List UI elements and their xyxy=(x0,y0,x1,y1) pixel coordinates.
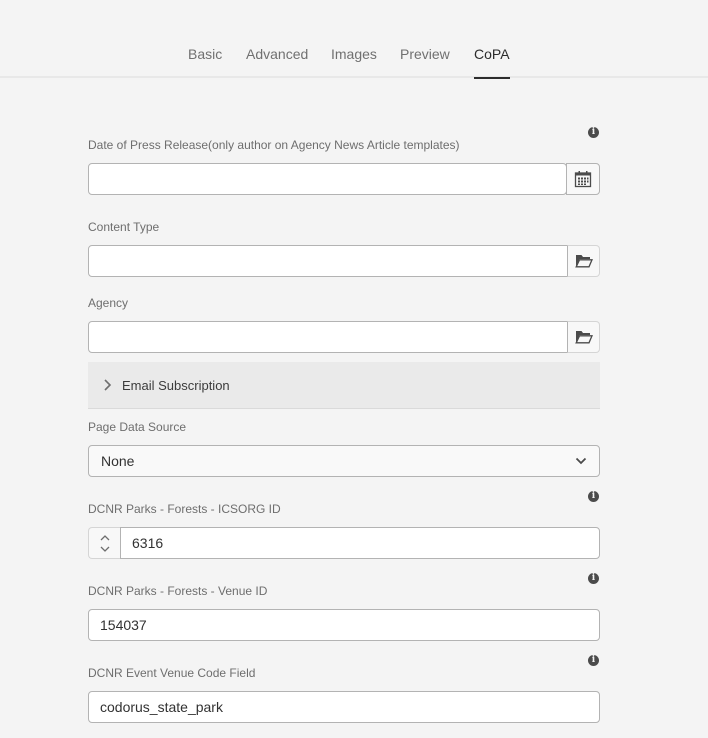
icsorg-id-label: DCNR Parks - Forests - ICSORG ID xyxy=(88,502,281,516)
venue-code-label: DCNR Event Venue Code Field xyxy=(88,666,256,680)
tab-preview[interactable]: Preview xyxy=(400,45,450,78)
page-data-source-value: None xyxy=(101,453,135,469)
press-release-date-input[interactable] xyxy=(88,163,567,195)
agency-label: Agency xyxy=(88,296,129,310)
tab-basic[interactable]: Basic xyxy=(188,45,222,78)
agency-input[interactable] xyxy=(88,321,568,353)
step-down-icon[interactable] xyxy=(99,545,111,553)
step-up-icon[interactable] xyxy=(99,534,111,542)
chevron-down-icon xyxy=(575,457,587,465)
calendar-icon xyxy=(574,171,592,188)
calendar-button[interactable] xyxy=(566,163,600,195)
tab-images[interactable]: Images xyxy=(331,45,377,78)
venue-code-input[interactable] xyxy=(88,691,600,723)
page-data-source-label: Page Data Source xyxy=(88,420,187,434)
number-stepper xyxy=(88,527,121,559)
info-icon[interactable]: i xyxy=(588,655,599,666)
tab-bar: Basic Advanced Images Preview CoPA xyxy=(0,0,708,79)
venue-id-input[interactable] xyxy=(88,609,600,641)
email-subscription-label: Email Subscription xyxy=(122,377,230,393)
press-release-date-label: Date of Press Release(only author on Age… xyxy=(88,138,460,152)
folder-icon xyxy=(574,255,593,268)
icsorg-id-input[interactable] xyxy=(120,527,600,559)
info-icon[interactable]: i xyxy=(588,127,599,138)
info-icon[interactable]: i xyxy=(588,491,599,502)
content-type-input[interactable] xyxy=(88,245,568,277)
tab-advanced[interactable]: Advanced xyxy=(246,45,308,78)
email-subscription-accordion[interactable]: Email Subscription xyxy=(88,362,600,409)
info-icon[interactable]: i xyxy=(588,573,599,584)
tab-copa[interactable]: CoPA xyxy=(474,45,510,79)
venue-id-label: DCNR Parks - Forests - Venue ID xyxy=(88,584,268,598)
page-data-source-select[interactable]: None xyxy=(88,445,600,477)
chevron-right-icon xyxy=(104,379,112,391)
content-type-label: Content Type xyxy=(88,220,160,234)
folder-icon xyxy=(574,331,593,344)
agency-browse-button[interactable] xyxy=(567,321,600,353)
content-type-browse-button[interactable] xyxy=(567,245,600,277)
